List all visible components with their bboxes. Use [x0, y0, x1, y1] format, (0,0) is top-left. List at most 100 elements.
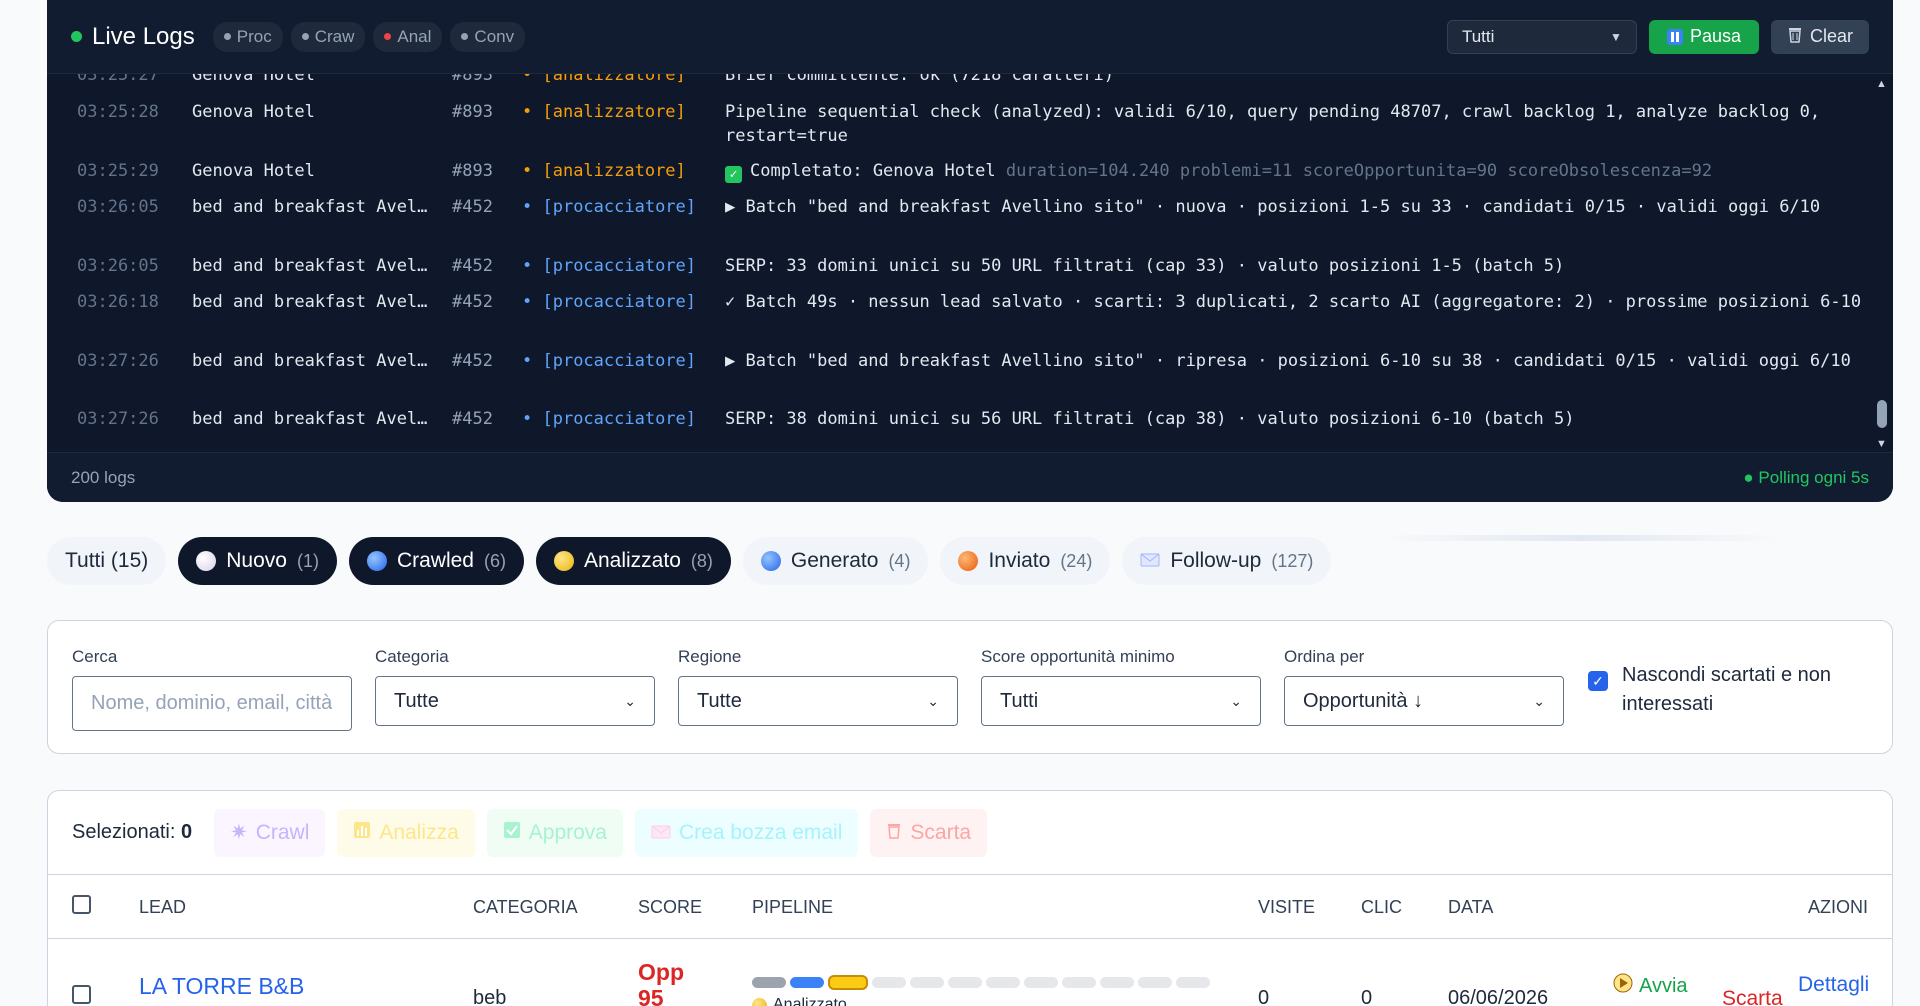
col-data[interactable]: DATA [1448, 897, 1493, 918]
clear-label: Clear [1809, 26, 1853, 46]
category-select[interactable]: Tutte ⌄ [375, 676, 655, 726]
bulk-draft-email-button[interactable]: Crea bozza email [634, 808, 859, 857]
pipeline-segment [986, 977, 1020, 988]
filter-order-label: Ordina per [1284, 647, 1365, 666]
chip-label: Proc [236, 26, 272, 46]
log-level-select[interactable]: Tutti ▼ [1446, 19, 1637, 54]
pipeline-status: Analizzato [752, 996, 1210, 1006]
bulk-approve-label: Approva [528, 820, 607, 844]
pause-button[interactable]: Pausa [1648, 19, 1759, 54]
log-time: 03:27:26 [77, 409, 159, 429]
logs-controls: Tutti ▼ Pausa Clear [1446, 19, 1869, 54]
log-id: #452 [452, 409, 493, 429]
details-link[interactable]: Dettagli [1798, 973, 1869, 997]
pipeline-status-label: Analizzato [773, 996, 847, 1006]
lead-date: 06/06/2026 [1448, 987, 1549, 1006]
log-tag: • [procacciatore] [522, 292, 697, 312]
log-message: ▶ Batch "bed and breakfast Avellino sito… [725, 197, 1821, 217]
status-dot-icon [760, 551, 781, 571]
col-azioni: AZIONI [1808, 897, 1869, 917]
chip-label: Conv [474, 26, 515, 46]
selected-number: 0 [180, 821, 193, 843]
score-select[interactable]: Tutti ⌄ [981, 676, 1261, 726]
tab-count: (127) [1271, 550, 1314, 571]
log-tag-text: [procacciatore] [542, 256, 697, 276]
log-source: bed and breakfast Avel… [192, 197, 428, 217]
bulk-approve-button[interactable]: Approva [486, 808, 623, 857]
pipeline-segment [1176, 977, 1210, 988]
envelope-icon [651, 821, 671, 845]
log-lines: 03:25:27 Genova Hotel #893 • [analizzato… [47, 74, 1893, 452]
log-chip-anal[interactable]: Anal [373, 21, 443, 52]
pipeline-segment [948, 977, 982, 988]
filter-score-label: Score opportunità minimo [981, 647, 1175, 666]
pipeline-segment [1024, 977, 1058, 988]
log-chip-conv[interactable]: Conv [450, 21, 526, 52]
opportunity-score: Opp 95 [638, 959, 684, 1006]
log-message: SERP: 38 domini unici su 56 URL filtrati… [725, 409, 1575, 429]
tab-follow-up[interactable]: Follow-up (127) [1122, 537, 1332, 585]
tab-count: (4) [888, 550, 911, 571]
clear-logs-button[interactable]: Clear [1770, 19, 1869, 54]
live-logs-panel: Live Logs Proc Craw Anal Conv Tutti ▼ Pa… [47, 0, 1893, 502]
scroll-down-arrow-icon[interactable]: ▼ [1876, 438, 1887, 450]
tab-tutti[interactable]: Tutti (15) [47, 537, 167, 585]
col-visite[interactable]: VISITE [1258, 897, 1315, 918]
tab-label: Inviato [988, 549, 1051, 572]
log-chip-craw[interactable]: Craw [290, 21, 366, 52]
log-chip-proc[interactable]: Proc [212, 21, 283, 52]
bulk-discard-button[interactable]: Scarta [870, 808, 988, 857]
pause-icon [1666, 28, 1683, 45]
status-dot-icon [752, 997, 767, 1006]
tab-analizzato[interactable]: Analizzato (8) [535, 537, 731, 585]
log-time: 03:25:28 [77, 102, 159, 122]
selected-label: Selezionati: [72, 821, 176, 843]
logs-scrollbar[interactable]: ▲ ▼ [1875, 74, 1889, 452]
pipeline-segment [790, 977, 824, 988]
lead-name-link[interactable]: LA TORRE B&B [139, 973, 304, 1000]
hide-discarded-checkbox[interactable]: ✓ [1588, 671, 1608, 691]
col-clic[interactable]: CLIC [1361, 897, 1402, 918]
bulk-analyze-button[interactable]: Analizza [337, 808, 475, 857]
col-lead[interactable]: LEAD [139, 897, 186, 918]
scroll-up-arrow-icon[interactable]: ▲ [1876, 78, 1887, 90]
log-tag-text: [analizzatore] [542, 102, 686, 122]
col-categoria[interactable]: CATEGORIA [473, 897, 578, 918]
log-source: bed and breakfast Avel… [192, 292, 428, 312]
chip-dot-icon [384, 33, 392, 40]
row-checkbox[interactable] [72, 985, 91, 1004]
tab-label: Crawled [396, 549, 474, 572]
col-score[interactable]: SCORE [638, 897, 702, 918]
filter-search-label: Cerca [72, 647, 118, 666]
table-row: LA TORRE B&B beb Opp 95 Analizzato 0 0 0… [48, 939, 1892, 1006]
log-source-chips: Proc Craw Anal Conv [212, 21, 526, 52]
log-id: #452 [452, 351, 493, 371]
filter-category-group: Categoria Tutte ⌄ [375, 647, 655, 726]
chevron-down-icon: ⌄ [1230, 692, 1242, 709]
order-select[interactable]: Opportunità ↓ ⌄ [1284, 676, 1564, 726]
chevron-down-icon: ⌄ [624, 692, 636, 709]
chip-dot-icon [461, 33, 469, 40]
scrollbar-thumb[interactable] [1877, 400, 1887, 428]
chip-label: Anal [397, 26, 432, 46]
start-button[interactable]: Avvia [1613, 973, 1688, 999]
chip-dot-icon [223, 33, 231, 40]
filter-region-label: Regione [678, 647, 742, 666]
live-logs-title: Live Logs [71, 23, 195, 51]
discard-button[interactable]: Scarta [1722, 987, 1783, 1006]
bulk-crawl-button[interactable]: ✷ Crawl [214, 808, 326, 857]
tab-nuovo[interactable]: Nuovo (1) [178, 537, 337, 585]
tab-label: Follow-up [1170, 549, 1262, 572]
tab-inviato[interactable]: Inviato (24) [940, 537, 1111, 585]
log-source: Genova Hotel [192, 74, 315, 85]
tab-crawled[interactable]: Crawled (6) [348, 537, 524, 585]
tab-label: Analizzato [583, 549, 681, 572]
bulk-analyze-label: Analizza [379, 820, 459, 844]
pipeline-segment [1062, 977, 1096, 988]
region-select[interactable]: Tutte ⌄ [678, 676, 958, 726]
search-input[interactable]: Nome, dominio, email, città [72, 676, 352, 731]
select-all-checkbox[interactable] [72, 895, 91, 914]
tab-generato[interactable]: Generato (4) [742, 537, 929, 585]
clicks-count: 0 [1361, 987, 1373, 1006]
leads-table-panel: Selezionati: 0 ✷ Crawl Analizza Approva C… [47, 790, 1893, 1006]
